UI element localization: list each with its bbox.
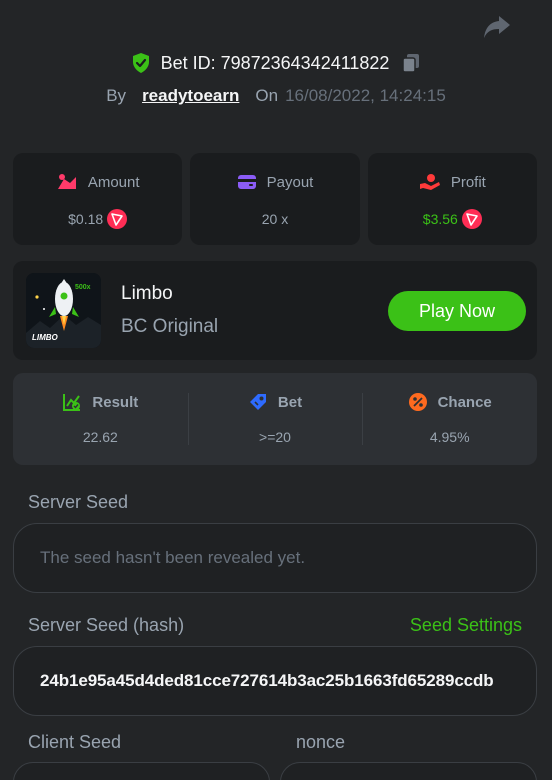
amount-value: $0.18 — [68, 211, 104, 227]
result-column: Result 22.62 — [13, 373, 188, 465]
wallet-icon — [237, 175, 256, 189]
result-label: Result — [92, 393, 139, 411]
on-label: On — [255, 86, 279, 105]
bet-label: Bet — [277, 393, 303, 411]
payout-value: 20 x — [261, 211, 289, 227]
server-hash-label: Server Seed (hash) — [28, 615, 185, 635]
copy-icon[interactable] — [401, 52, 421, 74]
trx-icon — [461, 209, 482, 229]
payout-card: Payout 20 x — [190, 153, 360, 245]
seed-settings-link[interactable]: Seed Settings — [410, 615, 522, 636]
share-icon[interactable] — [482, 14, 512, 40]
rocket-icon: 500x LIMBO — [26, 273, 101, 348]
payout-label: Payout — [266, 173, 314, 191]
result-panel: Result 22.62 Bet >=20 Chance 4.95% — [13, 373, 537, 465]
shield-check-icon — [132, 53, 149, 73]
limbo-thumbnail[interactable]: 500x LIMBO — [26, 273, 101, 348]
bet-id-text: Bet ID: 79872364342411822 — [160, 52, 390, 73]
chance-label: Chance — [437, 393, 492, 411]
amount-label: Amount — [87, 173, 140, 191]
profit-icon — [419, 174, 440, 190]
server-seed-label: Server Seed — [28, 492, 129, 512]
server-hash-field[interactable]: 24b1e95a45d4ded81cce727614b3ac25b1663fd6… — [13, 646, 537, 716]
amount-icon — [57, 174, 76, 189]
percent-icon — [408, 393, 427, 411]
client-seed-label: Client Seed — [28, 732, 122, 752]
server-seed-placeholder: The seed hasn't been revealed yet. — [40, 548, 306, 567]
server-hash-value: 24b1e95a45d4ded81cce727614b3ac25b1663fd6… — [40, 671, 494, 690]
amount-card: Amount $0.18 — [13, 153, 183, 245]
thumb-title: LIMBO — [32, 333, 59, 342]
game-card: 500x LIMBO Limbo BC Original Play Now — [13, 261, 537, 360]
game-name: Limbo — [121, 283, 173, 304]
chance-value: 4.95% — [429, 429, 470, 445]
bet-id-row: Bet ID: 79872364342411822 — [0, 50, 552, 76]
client-seed-field[interactable] — [13, 762, 270, 780]
profit-card: Profit $3.56 — [367, 153, 537, 245]
chance-column: Chance 4.95% — [362, 373, 537, 465]
bet-tag-icon — [249, 394, 266, 410]
username-link[interactable]: readytoearn — [142, 86, 239, 106]
nonce-label: nonce — [296, 732, 346, 752]
bet-meta-row: By readytoearn On 16/08/2022, 14:24:15 — [0, 84, 552, 108]
profit-label: Profit — [450, 173, 486, 191]
bet-stats: Amount $0.18 Payout 20 x Profit $3.56 — [13, 153, 537, 245]
bet-value: >=20 — [259, 429, 291, 445]
result-value: 22.62 — [82, 429, 118, 445]
play-now-button[interactable]: Play Now — [388, 291, 526, 331]
server-seed-field[interactable]: The seed hasn't been revealed yet. — [13, 523, 537, 593]
thumb-multiplier: 500x — [75, 284, 91, 291]
nonce-field[interactable] — [280, 762, 537, 780]
game-subtitle: BC Original — [121, 316, 219, 337]
by-label: By — [106, 86, 127, 105]
trx-icon — [107, 209, 128, 229]
profit-value: $3.56 — [422, 211, 458, 227]
bet-datetime: 16/08/2022, 14:24:15 — [285, 86, 446, 105]
bet-column: Bet >=20 — [187, 373, 363, 465]
result-chart-icon — [63, 394, 81, 411]
